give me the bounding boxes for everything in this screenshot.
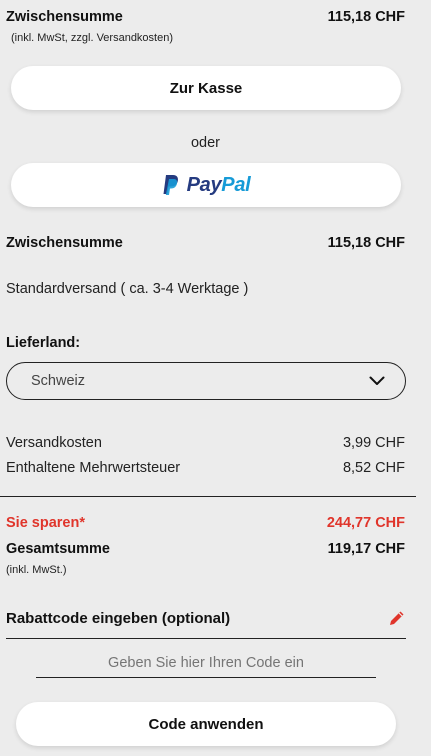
vat-label: Enthaltene Mehrwertsteuer [6, 460, 181, 476]
savings-row: Sie sparen* 244,77 CHF [6, 515, 405, 531]
shipping-cost-label: Versandkosten [6, 435, 102, 451]
country-select[interactable]: Schweiz [6, 362, 406, 400]
apply-code-button[interactable]: Code anwenden [16, 702, 396, 746]
paypal-logo-icon [163, 175, 178, 195]
checkout-button-label: Zur Kasse [169, 79, 243, 97]
chevron-down-icon [369, 376, 385, 385]
savings-label: Sie sparen* [6, 515, 85, 531]
country-selected-value: Schweiz [31, 373, 85, 389]
subtotal-label: Zwischensumme [6, 235, 123, 251]
summary-top-value: 115,18 CHF [327, 9, 405, 25]
summary-top-note: (inkl. MwSt, zzgl. Versandkosten) [11, 32, 174, 44]
shipping-cost-value: 3,99 CHF [342, 435, 405, 451]
summary-top-row: Zwischensumme 115,18 CHF [6, 9, 405, 25]
country-label: Lieferland: [6, 335, 81, 351]
summary-top-label: Zwischensumme [6, 9, 123, 25]
shipping-cost-row: Versandkosten 3,99 CHF [6, 435, 405, 451]
paypal-word-pal: Pal [221, 173, 251, 196]
shipping-method: Standardversand ( ca. 3-4 Werktage ) [6, 281, 249, 297]
paypal-word-pay: Pay [186, 173, 222, 196]
vat-row: Enthaltene Mehrwertsteuer 8,52 CHF [6, 460, 405, 476]
checkout-button[interactable]: Zur Kasse [11, 66, 401, 110]
savings-value: 244,77 CHF [326, 515, 405, 531]
total-value: 119,17 CHF [327, 541, 405, 557]
edit-pencil-icon[interactable] [388, 609, 406, 627]
total-label: Gesamtsumme [6, 541, 110, 557]
or-separator: oder [190, 135, 221, 151]
vat-value: 8,52 CHF [342, 460, 405, 476]
totals-divider [0, 496, 416, 497]
paypal-button[interactable]: PayPal [11, 163, 401, 207]
discount-divider [6, 638, 406, 639]
subtotal-row: Zwischensumme 115,18 CHF [6, 235, 405, 251]
paypal-wordmark: PayPal [187, 174, 251, 197]
apply-code-button-label: Code anwenden [148, 715, 264, 733]
total-row: Gesamtsumme 119,17 CHF [6, 541, 405, 557]
discount-code-input[interactable] [36, 648, 376, 678]
discount-title: Rabattcode eingeben (optional) [6, 610, 231, 627]
subtotal-value: 115,18 CHF [327, 235, 405, 251]
total-note: (inkl. MwSt.) [6, 564, 67, 576]
